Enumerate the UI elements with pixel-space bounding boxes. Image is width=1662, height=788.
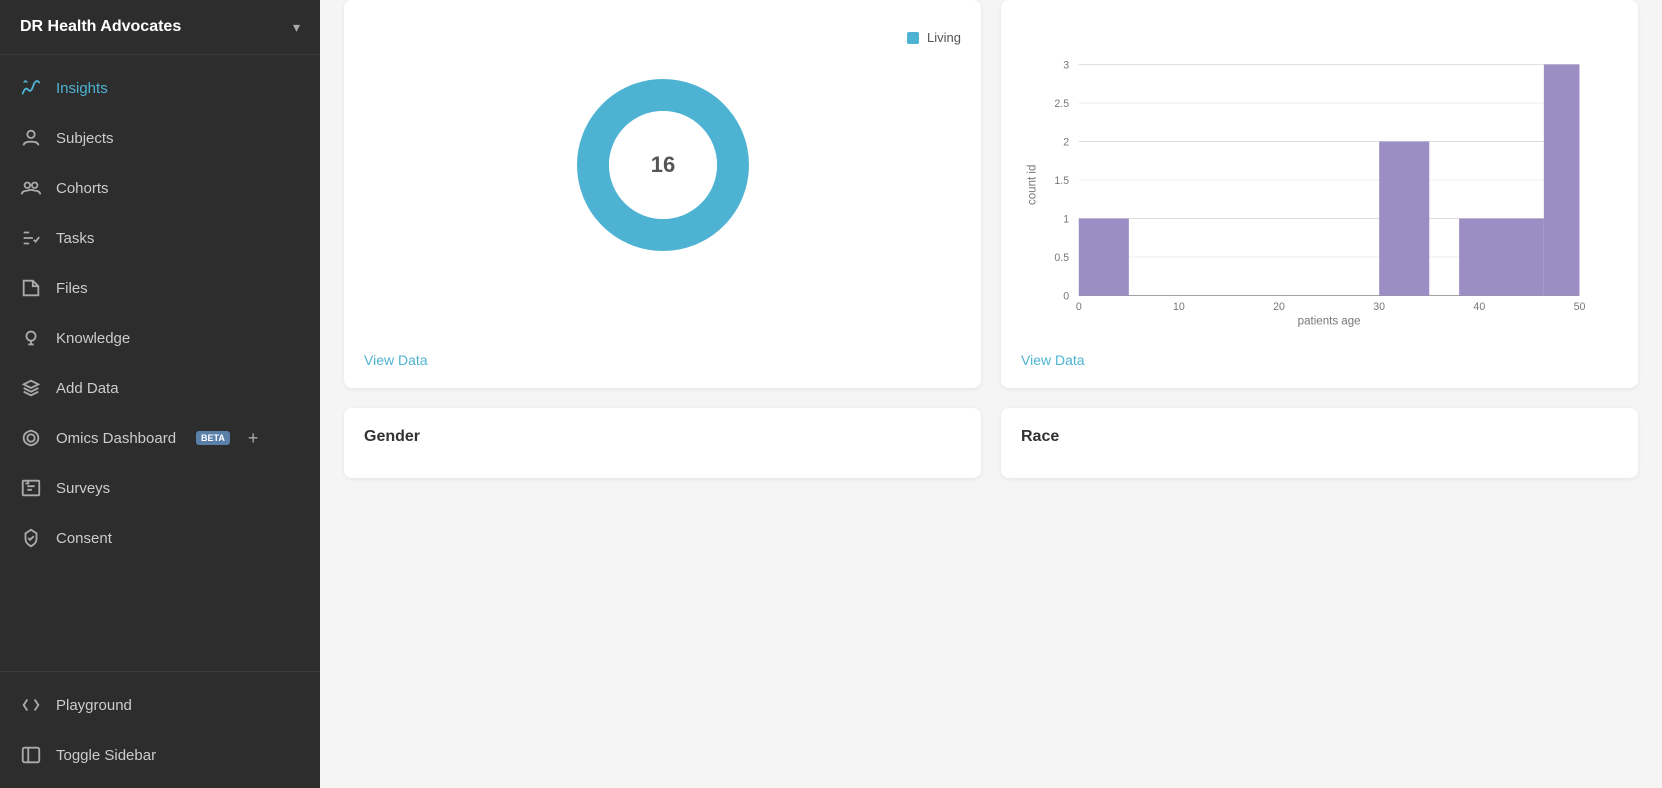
svg-text:2: 2	[1063, 136, 1069, 148]
bar	[1379, 141, 1429, 295]
omics-icon	[20, 427, 42, 449]
svg-text:10: 10	[1173, 301, 1185, 313]
svg-text:1.5: 1.5	[1054, 175, 1069, 187]
race-card-title: Race	[1021, 428, 1618, 446]
bar	[1459, 219, 1501, 296]
surveys-icon	[20, 477, 42, 499]
content-area: Living 16 View Data count id	[320, 0, 1662, 788]
sidebar-item-subjects[interactable]: Subjects	[0, 113, 320, 163]
main-content: Living 16 View Data count id	[320, 0, 1662, 788]
svg-text:20: 20	[1273, 301, 1285, 313]
bar-chart-svg: count id 0 0.5 1 1.5	[1021, 20, 1618, 340]
sidebar-item-label: Knowledge	[56, 330, 130, 347]
sidebar-item-toggle[interactable]: Toggle Sidebar	[0, 730, 320, 780]
y-axis-label: count id	[1026, 165, 1038, 205]
sidebar-item-consent[interactable]: Consent	[0, 513, 320, 563]
donut-legend: Living	[907, 30, 961, 45]
sidebar-item-label: Files	[56, 280, 88, 297]
consent-icon	[20, 527, 42, 549]
subjects-icon	[20, 127, 42, 149]
svg-text:50: 50	[1574, 301, 1586, 313]
svg-text:0: 0	[1076, 301, 1082, 313]
sidebar-item-surveys[interactable]: Surveys	[0, 463, 320, 513]
files-icon	[20, 277, 42, 299]
svg-text:0: 0	[1063, 290, 1069, 302]
race-card: Race	[1001, 408, 1638, 478]
sidebar-item-label: Consent	[56, 530, 112, 547]
app-title: DR Health Advocates	[20, 18, 181, 36]
bar	[1501, 219, 1543, 296]
sidebar-item-cohorts[interactable]: Cohorts	[0, 163, 320, 213]
sidebar-item-label: Tasks	[56, 230, 94, 247]
sidebar-footer-item-label: Playground	[56, 697, 132, 714]
sidebar-item-tasks[interactable]: Tasks	[0, 213, 320, 263]
view-data-link-bar[interactable]: View Data	[1021, 340, 1618, 368]
sidebar-item-label: Cohorts	[56, 180, 109, 197]
add-data-icon	[20, 377, 42, 399]
sidebar-item-label: Subjects	[56, 130, 114, 147]
svg-text:3: 3	[1063, 59, 1069, 71]
donut-card: Living 16 View Data	[344, 0, 981, 388]
beta-badge: BETA	[196, 431, 230, 445]
sidebar-item-playground[interactable]: Playground	[0, 680, 320, 730]
x-axis-label: patients age	[1298, 315, 1361, 327]
view-data-link-donut[interactable]: View Data	[364, 340, 961, 368]
sidebar-footer: Playground Toggle Sidebar	[0, 671, 320, 788]
svg-text:30: 30	[1373, 301, 1385, 313]
bar-chart-container: count id 0 0.5 1 1.5	[1021, 20, 1618, 340]
sidebar-item-add-data[interactable]: Add Data	[0, 363, 320, 413]
svg-text:2.5: 2.5	[1054, 98, 1069, 110]
sidebar-item-omics[interactable]: Omics Dashboard BETA +	[0, 413, 320, 463]
sidebar: DR Health Advocates ▾ Insights Subjects	[0, 0, 320, 788]
knowledge-icon	[20, 327, 42, 349]
sidebar-footer-item-label: Toggle Sidebar	[56, 747, 156, 764]
sidebar-header: DR Health Advocates ▾	[0, 0, 320, 55]
bar-chart-card: count id 0 0.5 1 1.5	[1001, 0, 1638, 388]
cohorts-icon	[20, 177, 42, 199]
legend-color-swatch	[907, 32, 919, 44]
sidebar-item-insights[interactable]: Insights	[0, 63, 320, 113]
sidebar-nav: Insights Subjects	[0, 55, 320, 671]
sidebar-item-knowledge[interactable]: Knowledge	[0, 313, 320, 363]
gender-card-title: Gender	[364, 428, 961, 446]
sidebar-item-label: Omics Dashboard	[56, 430, 176, 447]
tasks-icon	[20, 227, 42, 249]
svg-text:0.5: 0.5	[1054, 252, 1069, 264]
sidebar-item-label: Insights	[56, 80, 108, 97]
sidebar-item-label: Surveys	[56, 480, 110, 497]
playground-icon	[20, 694, 42, 716]
add-omics-button[interactable]: +	[248, 428, 259, 449]
toggle-sidebar-icon	[20, 744, 42, 766]
svg-text:1: 1	[1063, 213, 1069, 225]
bar	[1079, 219, 1129, 296]
donut-chart-container: Living 16	[364, 20, 961, 275]
sidebar-item-files[interactable]: Files	[0, 263, 320, 313]
gender-card: Gender	[344, 408, 981, 478]
insights-icon	[20, 77, 42, 99]
chevron-down-icon[interactable]: ▾	[293, 19, 300, 36]
sidebar-item-label: Add Data	[56, 380, 119, 397]
bar	[1544, 64, 1580, 295]
legend-label: Living	[927, 30, 961, 45]
donut-center-value: 16	[650, 152, 674, 177]
svg-text:40: 40	[1473, 301, 1485, 313]
donut-svg: 16	[563, 65, 763, 265]
